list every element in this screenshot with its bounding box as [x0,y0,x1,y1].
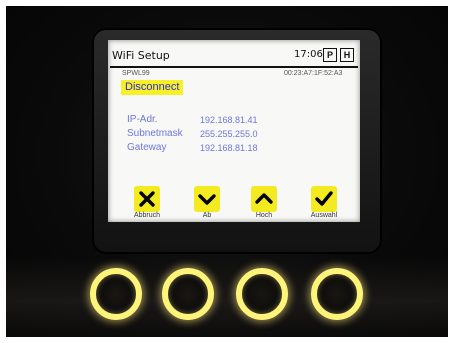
gateway-label: Gateway [127,142,167,153]
hoch-label: Hoch [255,212,273,219]
abbruch-label: Abbruch [133,212,161,219]
ssid-label: SPWL99 [122,70,150,77]
ring-button-3[interactable] [236,268,288,320]
ip-label: IP-Adr. [127,114,158,125]
ring-button-2[interactable] [162,268,214,320]
ab-label: Ab [202,212,212,219]
auswahl-softkey[interactable] [311,186,337,212]
subnet-label: Subnetmask [127,128,183,139]
lcd-screen: WiFi Setup 17:06 P H SPWL99 00:23:A7:1F:… [108,40,360,222]
chevron-down-icon [198,194,216,205]
abbruch-softkey[interactable] [134,186,160,212]
subnet-value: 255.255.255.0 [200,129,258,139]
check-icon [315,191,333,206]
reflection-glare [6,256,448,337]
hoch-softkey[interactable] [251,186,277,212]
ip-value: 192.168.81.41 [200,115,258,125]
indicator-p-badge: P [323,48,337,62]
ring-button-4[interactable] [311,268,363,320]
clock-time: 17:06 [294,49,323,60]
device-photo: WiFi Setup 17:06 P H SPWL99 00:23:A7:1F:… [6,6,448,337]
gateway-value: 192.168.81.18 [200,143,258,153]
ab-softkey[interactable] [194,186,220,212]
mac-address: 00:23:A7:1F:52:A3 [284,70,343,77]
indicator-h-badge: H [340,48,354,62]
chevron-up-icon [255,193,273,204]
disconnect-menu-item[interactable]: Disconnect [121,80,184,95]
header-divider [110,66,358,68]
ring-button-1[interactable] [90,268,142,320]
screen-header: WiFi Setup 17:06 P H [108,40,360,68]
auswahl-label: Auswahl [310,212,338,219]
close-icon [139,191,155,207]
screen-title: WiFi Setup [112,49,170,62]
